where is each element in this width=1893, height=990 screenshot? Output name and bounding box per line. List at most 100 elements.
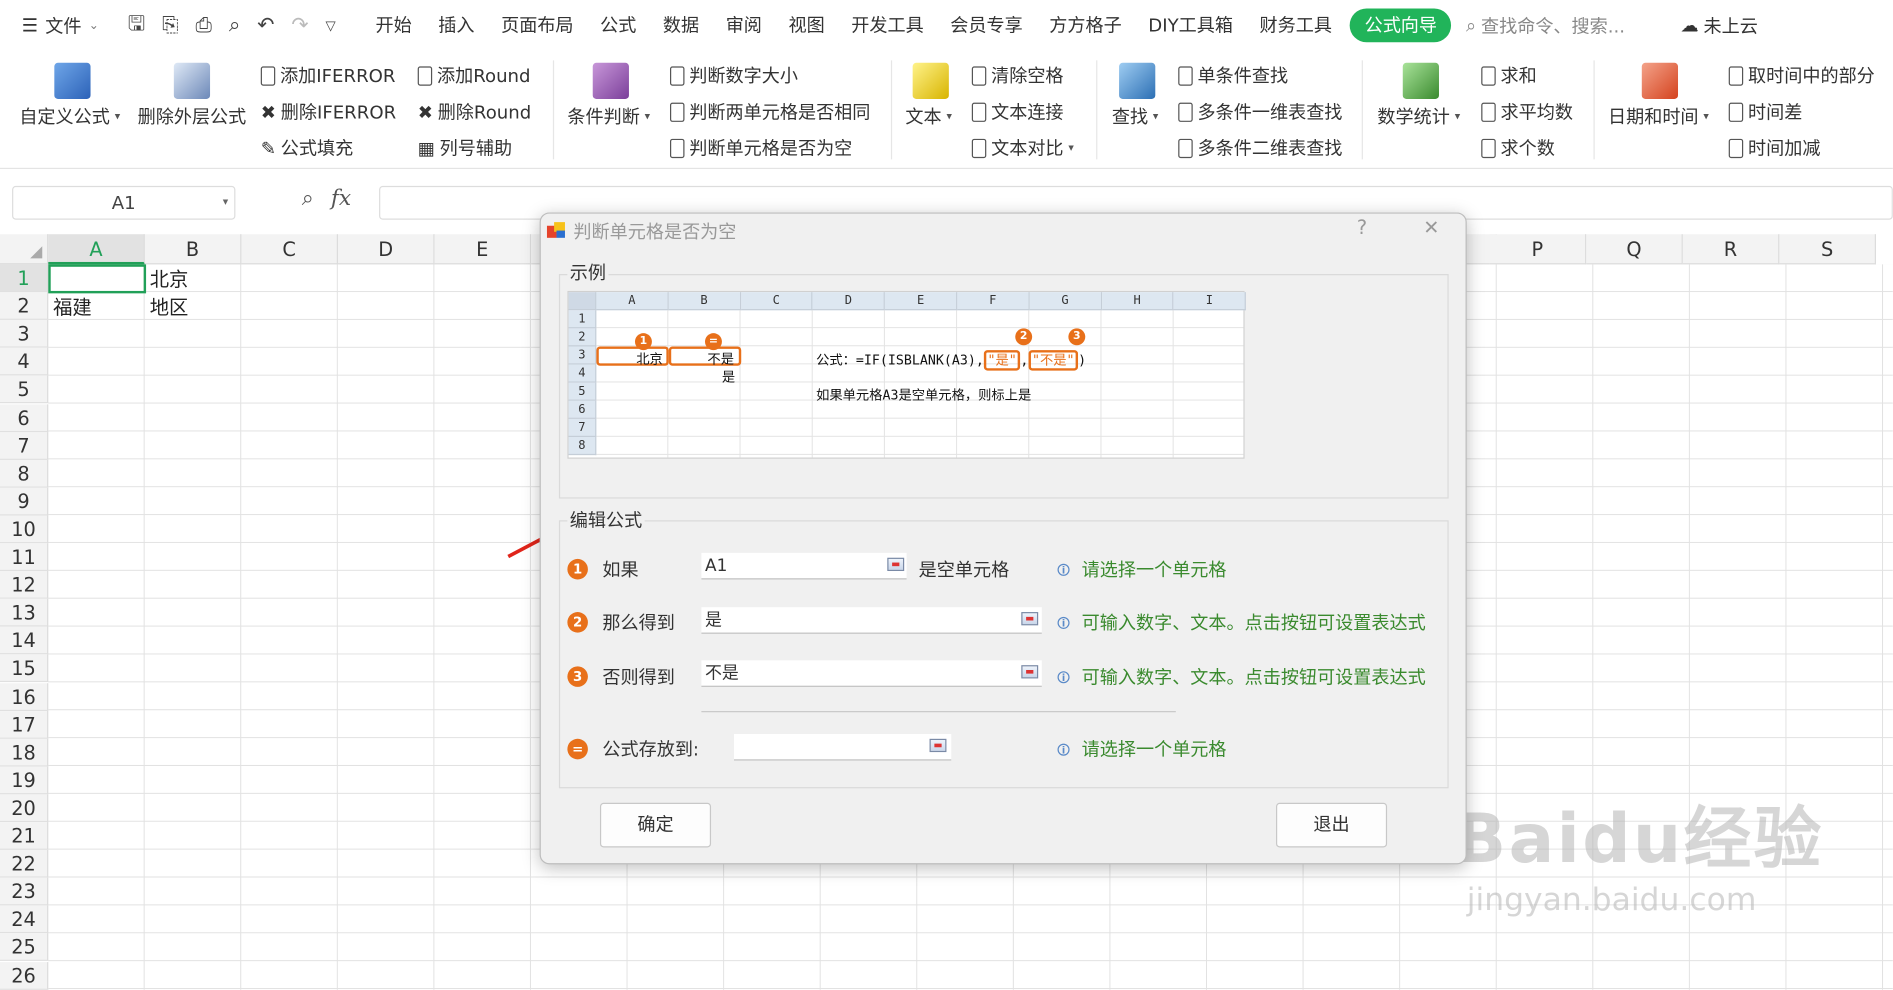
single-find-button[interactable]: 单条件查找	[1178, 63, 1288, 88]
row-header-4[interactable]: 4	[0, 348, 49, 376]
tab-5[interactable]: 审阅	[712, 8, 775, 42]
ok-button[interactable]: 确定	[599, 802, 712, 848]
judge-empty-button[interactable]: 判断单元格是否为空	[669, 135, 852, 160]
row-header-26[interactable]: 26	[0, 961, 49, 990]
row-header-14[interactable]: 14	[0, 626, 49, 655]
tab-7[interactable]: 开发工具	[838, 8, 937, 42]
average-button[interactable]: 求平均数	[1481, 99, 1573, 124]
add-round-button[interactable]: 添加Round	[417, 63, 531, 88]
print-icon[interactable]: ⎙	[196, 13, 212, 37]
row-header-3[interactable]: 3	[0, 320, 49, 348]
store-cell-picker-icon[interactable]	[929, 738, 947, 753]
time-part-button[interactable]: 取时间中的部分	[1728, 63, 1875, 88]
time-add-button[interactable]: 时间加减	[1728, 135, 1820, 160]
name-box[interactable]: A1 ▾	[12, 185, 236, 220]
tab-3[interactable]: 公式	[587, 8, 650, 42]
row-header-8[interactable]: 8	[0, 459, 49, 488]
more-icon[interactable]: ▽	[325, 18, 335, 34]
custom-formula-button[interactable]: 自定义公式 ▾	[19, 104, 120, 129]
tab-1[interactable]: 插入	[425, 8, 488, 42]
store-cell-input[interactable]	[733, 733, 952, 761]
row-header-23[interactable]: 23	[0, 877, 49, 906]
column-helper-button[interactable]: ▦ 列号辅助	[418, 135, 512, 160]
row-header-21[interactable]: 21	[0, 822, 49, 850]
row-header-9[interactable]: 9	[0, 487, 49, 516]
remove-outer-formula-button[interactable]: 删除外层公式	[138, 104, 247, 129]
zoom-icon[interactable]: ⌕	[302, 186, 314, 211]
text-compare-button[interactable]: 文本对比 ▾	[971, 135, 1074, 160]
row-header-6[interactable]: 6	[0, 403, 49, 432]
delete-round-button[interactable]: ✖ 删除Round	[418, 99, 532, 124]
col-header-q[interactable]: Q	[1586, 234, 1683, 265]
select-all-corner[interactable]	[0, 234, 49, 265]
then-expression-picker-icon[interactable]	[1021, 612, 1039, 626]
row-header-24[interactable]: 24	[0, 905, 49, 934]
tab-0[interactable]: 开始	[362, 8, 425, 42]
cell-a2[interactable]: 福建	[48, 293, 92, 321]
row-header-13[interactable]: 13	[0, 598, 49, 627]
col-header-b[interactable]: B	[144, 234, 242, 265]
tab-4[interactable]: 数据	[650, 8, 713, 42]
tab-8[interactable]: 会员专享	[937, 8, 1036, 42]
tab-12[interactable]: 公式向导	[1350, 8, 1452, 43]
tab-9[interactable]: 方方格子	[1036, 8, 1135, 42]
judge-size-button[interactable]: 判断数字大小	[669, 63, 798, 88]
row-header-2[interactable]: 2	[0, 292, 49, 321]
text-join-button[interactable]: 文本连接	[971, 99, 1064, 124]
export-icon[interactable]: ⎘	[162, 13, 178, 37]
cell-b2[interactable]: 地区	[145, 293, 189, 321]
count-button[interactable]: 求个数	[1481, 135, 1555, 160]
else-expression-picker-icon[interactable]	[1021, 665, 1039, 679]
row-header-1[interactable]: 1	[0, 264, 49, 293]
col-header-p[interactable]: P	[1489, 234, 1587, 265]
row-header-20[interactable]: 20	[0, 794, 49, 822]
formula-fill-button[interactable]: ✎ 公式填充	[261, 135, 353, 160]
col-header-r[interactable]: R	[1682, 234, 1780, 265]
cloud-status[interactable]: ☁ 未上云	[1681, 13, 1758, 38]
cell-b1[interactable]: 北京	[145, 266, 189, 294]
col-header-s[interactable]: S	[1779, 234, 1876, 265]
math-stat-button[interactable]: 数学统计 ▾	[1377, 104, 1460, 129]
delete-iferror-button[interactable]: ✖ 删除IFERROR	[261, 99, 396, 124]
find-button[interactable]: 查找 ▾	[1112, 104, 1159, 129]
tab-11[interactable]: 财务工具	[1246, 8, 1345, 42]
then-value-input[interactable]: 是	[701, 607, 1042, 634]
row-header-16[interactable]: 16	[0, 682, 49, 711]
row-header-11[interactable]: 11	[0, 543, 49, 572]
condition-judge-button[interactable]: 条件判断 ▾	[567, 104, 650, 129]
row-header-15[interactable]: 15	[0, 654, 49, 683]
col-header-d[interactable]: D	[338, 234, 435, 265]
exit-button[interactable]: 退出	[1276, 802, 1388, 848]
else-value-input[interactable]: 不是	[701, 660, 1042, 687]
row-header-17[interactable]: 17	[0, 710, 49, 739]
if-cell-picker-icon[interactable]	[887, 557, 905, 572]
text-button[interactable]: 文本 ▾	[905, 104, 952, 129]
tab-10[interactable]: DIY工具箱	[1135, 8, 1246, 42]
col-header-a[interactable]: A	[48, 234, 145, 265]
row-header-5[interactable]: 5	[0, 375, 49, 404]
print-preview-icon[interactable]: ⌕	[229, 13, 241, 37]
redo-icon[interactable]: ↷	[291, 13, 308, 37]
sum-button[interactable]: 求和	[1481, 63, 1537, 88]
command-search[interactable]: ⌕ 查找命令、搜索...	[1466, 13, 1625, 38]
help-icon[interactable]: ?	[1357, 216, 1367, 239]
col-header-c[interactable]: C	[241, 234, 339, 265]
row-header-12[interactable]: 12	[0, 571, 49, 599]
judge-same-button[interactable]: 判断两单元格是否相同	[669, 99, 870, 124]
row-header-10[interactable]: 10	[0, 515, 49, 544]
multi-1d-find-button[interactable]: 多条件一维表查找	[1178, 99, 1342, 124]
fx-icon[interactable]: fx	[331, 186, 351, 211]
row-header-19[interactable]: 19	[0, 766, 49, 795]
active-cell-a1[interactable]	[48, 264, 147, 294]
file-menu[interactable]: ☰ 文件 ⌄	[22, 13, 99, 38]
tab-6[interactable]: 视图	[775, 8, 838, 42]
clear-space-button[interactable]: 清除空格	[971, 63, 1064, 88]
save-icon[interactable]: 🖫	[128, 8, 145, 43]
tab-2[interactable]: 页面布局	[488, 8, 587, 42]
col-header-e[interactable]: E	[434, 234, 532, 265]
if-cell-input[interactable]: A1	[701, 552, 907, 580]
multi-2d-find-button[interactable]: 多条件二维表查找	[1178, 135, 1342, 160]
row-header-25[interactable]: 25	[0, 933, 49, 962]
row-header-22[interactable]: 22	[0, 849, 49, 878]
add-iferror-button[interactable]: 添加IFERROR	[260, 63, 395, 88]
